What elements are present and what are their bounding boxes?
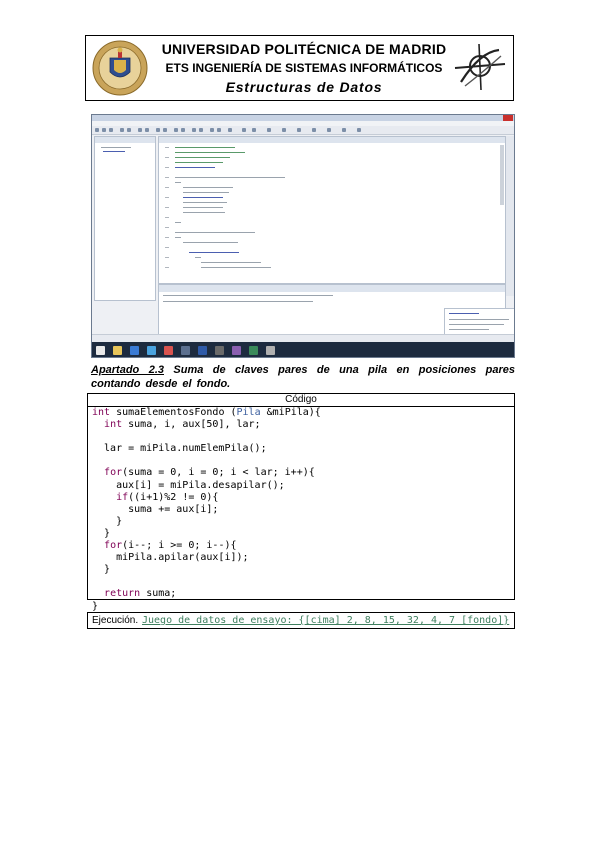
- code-line: int suma, i, aux[50], lar;: [92, 419, 514, 431]
- app-icon: [164, 346, 173, 355]
- toolbar-icon: [327, 128, 331, 132]
- eclipse-ide-screenshot: [91, 114, 515, 358]
- code-line: for(i--; i >= 0; i--){: [92, 540, 514, 552]
- code-line: return suma;: [92, 588, 514, 600]
- word-icon: [198, 346, 207, 355]
- code-token: }: [92, 564, 111, 576]
- code-token: sumaElementosFondo (: [116, 407, 237, 418]
- code-token: (suma = 0, i = 0; i < lar; i++){: [122, 467, 315, 479]
- app-icon: [181, 346, 190, 355]
- code-editor-panel: [158, 136, 506, 284]
- start-icon: [96, 346, 105, 355]
- execution-label: Ejecución.: [92, 615, 139, 626]
- code-line: int sumaElementosFondo (Pila &miPila){: [92, 407, 514, 419]
- code-token: int: [104, 419, 123, 431]
- code-token: ((i+1)%2 != 0){: [128, 491, 219, 503]
- etsisi-logo-icon: [454, 43, 506, 91]
- code-line: lar = miPila.numElemPila();: [92, 443, 514, 455]
- code-token: int: [92, 407, 117, 418]
- code-line: if((i+1)%2 != 0){: [92, 492, 514, 504]
- toolbar-icon: [138, 128, 142, 132]
- toolbar-icon: [199, 128, 203, 132]
- toolbar-icon: [267, 128, 271, 132]
- section-caption: Apartado 2.3 Suma de claves pares de una…: [91, 363, 515, 391]
- upm-seal-icon: [92, 40, 148, 96]
- document-header: UNIVERSIDAD POLITÉCNICA DE MADRID ETS IN…: [85, 35, 514, 101]
- skype-icon: [147, 346, 156, 355]
- code-line: for(suma = 0, i = 0; i < lar; i++){: [92, 467, 514, 479]
- code-token: if: [116, 491, 129, 503]
- toolbar-icon: [181, 128, 185, 132]
- toolbar-icon: [252, 128, 256, 132]
- toolbar-icon: [242, 128, 246, 132]
- package-explorer-panel: [94, 136, 156, 301]
- code-token: lar = miPila.numElemPila();: [92, 443, 267, 455]
- toolbar-icon: [127, 128, 131, 132]
- code-line: aux[i] = miPila.desapilar();: [92, 480, 514, 492]
- app-icon: [215, 346, 224, 355]
- code-line: }: [92, 601, 514, 613]
- code-token: aux[i] = miPila.desapilar();: [92, 479, 285, 491]
- university-name: UNIVERSIDAD POLITÉCNICA DE MADRID: [161, 41, 447, 57]
- code-token: }: [92, 600, 99, 612]
- toolbar-icon: [228, 128, 232, 132]
- toolbar-icon: [297, 128, 301, 132]
- code-line: }: [92, 564, 514, 576]
- toolbar-icon: [102, 128, 106, 132]
- subject-title: Estructuras de Datos: [225, 79, 383, 95]
- toolbar-icon: [192, 128, 196, 132]
- toolbar-icon: [312, 128, 316, 132]
- toolbar-icon: [342, 128, 346, 132]
- code-token: }: [92, 527, 111, 539]
- code-block-header: Código: [88, 394, 514, 407]
- code-token: suma;: [140, 588, 177, 600]
- code-block: Código int sumaElementosFondo (Pila &miP…: [87, 393, 515, 612]
- toolbar-icon: [163, 128, 167, 132]
- toolbar-icon: [174, 128, 178, 132]
- code-token: }: [92, 515, 123, 527]
- toolbar-icon: [357, 128, 361, 132]
- toolbar-icon: [210, 128, 214, 132]
- toolbar-icon: [217, 128, 221, 132]
- execution-block: Ejecución. Juego de datos de ensayo: {[c…: [87, 612, 515, 629]
- toolbar-icon: [282, 128, 286, 132]
- app-icon: [249, 346, 258, 355]
- code-listing: int sumaElementosFondo (Pila &miPila){ i…: [88, 407, 514, 613]
- code-token: for: [104, 540, 123, 552]
- code-token: suma += aux[i];: [92, 503, 219, 515]
- app-icon: [266, 346, 275, 355]
- toolbar-icon: [145, 128, 149, 132]
- code-line: suma += aux[i];: [92, 504, 514, 516]
- outline-panel: [506, 136, 514, 296]
- code-token: miPila.apilar(aux[i]);: [92, 552, 249, 564]
- section-number: Apartado 2.3: [91, 364, 164, 376]
- code-line: }: [92, 528, 514, 540]
- browser-icon: [130, 346, 139, 355]
- toolbar-icon: [109, 128, 113, 132]
- explorer-icon: [113, 346, 122, 355]
- school-name: ETS INGENIERÍA DE SISTEMAS INFORMÁTICOS: [165, 61, 443, 75]
- code-token: for: [104, 467, 123, 479]
- code-token: &miPila){: [260, 407, 321, 418]
- toolbar-icon: [156, 128, 160, 132]
- code-line: }: [92, 516, 514, 528]
- toolbar-icon: [120, 128, 124, 132]
- toolbar-icon: [95, 128, 99, 132]
- code-token: suma, i, aux[50], lar;: [122, 419, 261, 431]
- code-token: return: [104, 588, 141, 600]
- code-line: miPila.apilar(aux[i]);: [92, 552, 514, 564]
- execution-value: Juego de datos de ensayo: {[cima] 2, 8, …: [142, 615, 510, 626]
- code-token: (i--; i >= 0; i--){: [122, 540, 237, 552]
- code-token: Pila: [236, 407, 261, 418]
- eclipse-icon: [232, 346, 241, 355]
